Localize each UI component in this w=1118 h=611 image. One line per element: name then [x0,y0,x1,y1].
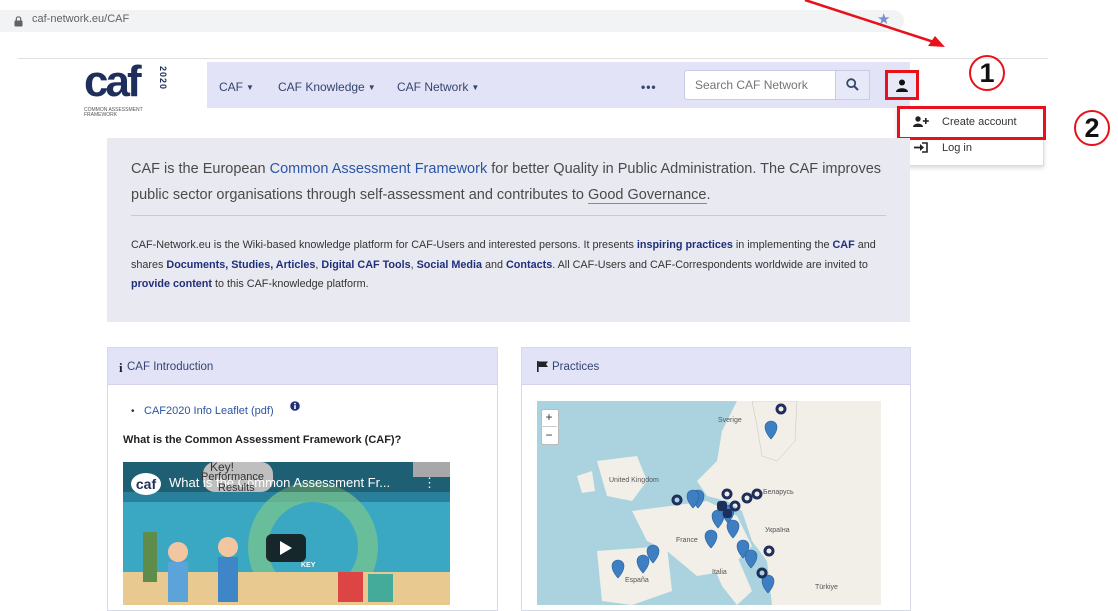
video-key-label: KEY [301,562,316,569]
caret-down-icon: ▼ [367,83,376,92]
caret-down-icon: ▼ [246,83,254,92]
link-inspiring-practices[interactable]: inspiring practices [637,239,733,251]
link-good-governance[interactable]: Good Governance [588,187,707,204]
annotation-highlight-box [897,106,1046,140]
map-label: United Kingdom [609,477,659,484]
nav-item-caf-knowledge[interactable]: CAF Knowledge ▼ [278,80,376,94]
zoom-in-button[interactable]: + [541,409,557,426]
intro-lead-text: CAF is the European Common Assessment Fr… [131,161,882,204]
search-icon [846,78,859,91]
url-text[interactable]: caf-network.eu/CAF [32,13,129,25]
section-question-heading: What is the Common Assessment Framework … [123,434,402,446]
video-channel-logo: caf [131,473,161,495]
map-label: Sverige [718,417,742,424]
europe-map-image [537,401,881,605]
map-label: Italia [712,569,727,576]
link-common-assessment-framework[interactable]: Common Assessment Framework [270,161,488,177]
caret-down-icon: ▼ [471,83,480,92]
user-menu-button[interactable] [885,70,919,100]
bubble-text-results: Results [218,482,255,494]
video-more-icon[interactable]: ⋮ [423,475,436,491]
link-info-leaflet[interactable]: CAF2020 Info Leaflet (pdf) [144,405,274,417]
practices-map[interactable]: Sverige United Kingdom Беларусь Україна … [537,401,881,605]
lock-icon [14,16,23,27]
search-button[interactable] [836,70,870,100]
sign-in-icon [914,142,928,153]
map-label: Беларусь [763,489,794,496]
bullet: • [131,406,135,417]
annotation-arrow [804,0,945,47]
map-label: Türkiye [815,584,838,591]
flag-icon [537,361,548,372]
link-social-media[interactable]: Social Media [417,259,482,271]
intro-body-text: CAF-Network.eu is the Wiki-based knowled… [131,239,876,290]
annotation-step-1: 1 [969,55,1005,91]
more-menu-button[interactable]: ••• [641,80,657,94]
map-label: Україна [765,527,790,534]
card-title: CAF Introduction [127,361,214,373]
caf-logo[interactable]: caf [84,60,142,104]
address-bar[interactable] [0,10,904,32]
link-digital-caf-tools[interactable]: Digital CAF Tools [321,259,410,271]
link-contacts[interactable]: Contacts [506,259,552,271]
card-title: Practices [552,361,600,373]
logo-year: 2020 [158,66,168,91]
info-icon: i [119,360,123,375]
log-in-item[interactable]: Log in [942,142,972,154]
video-player[interactable]: caf What is the Common Assessment Fr... … [123,462,450,605]
nav-item-caf-network[interactable]: CAF Network ▼ [397,80,479,94]
intro-divider [131,215,886,216]
link-caf[interactable]: CAF [833,239,855,251]
annotation-step-2: 2 [1074,110,1110,146]
info-circle-icon [290,401,300,411]
map-label: France [676,537,698,544]
zoom-out-button[interactable]: − [541,426,557,444]
search-input[interactable] [684,70,836,100]
link-documents[interactable]: Documents, Studies, Articles [166,259,315,271]
nav-item-caf[interactable]: CAF ▼ [219,80,254,94]
user-icon [896,79,908,92]
link-provide-content[interactable]: provide content [131,278,212,290]
map-label: España [625,577,649,584]
logo-subtitle: COMMON ASSESSMENT FRAMEWORK [84,107,143,118]
